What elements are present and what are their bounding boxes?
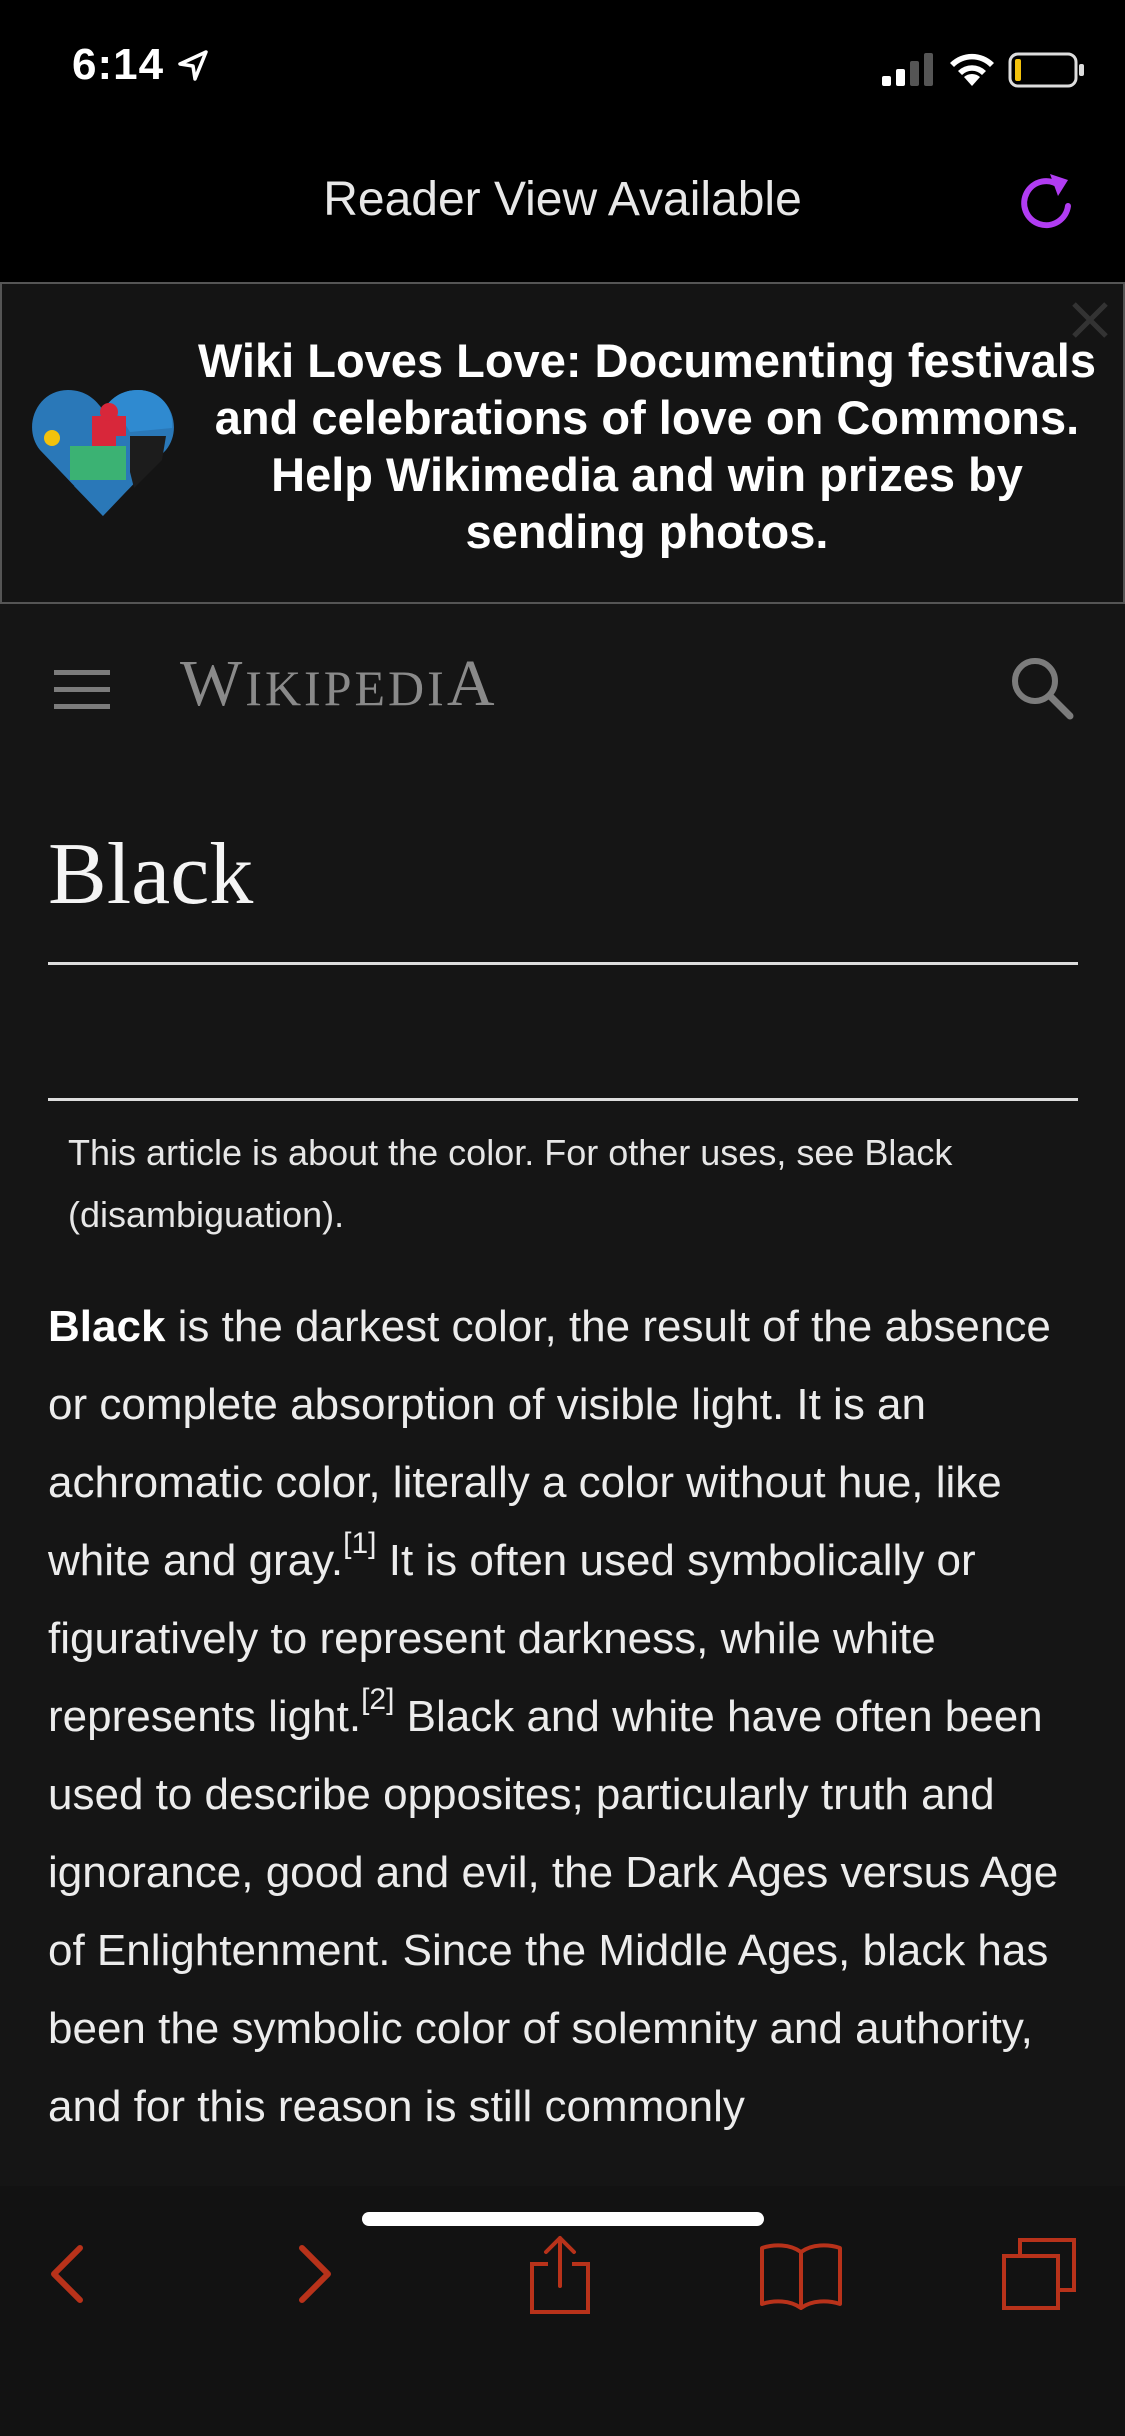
title-divider bbox=[48, 962, 1078, 965]
cellular-signal-icon bbox=[882, 53, 933, 86]
hatnote: This article is about the color. For oth… bbox=[68, 1122, 1068, 1246]
home-indicator[interactable] bbox=[362, 2212, 764, 2226]
article-paragraph: Black is the darkest color, the result o… bbox=[48, 1288, 1088, 2146]
reader-view-label[interactable]: Reader View Available bbox=[0, 172, 1125, 227]
wordmark-last: A bbox=[446, 647, 498, 720]
tabs-icon[interactable] bbox=[996, 2234, 1086, 2314]
bookmarks-icon[interactable] bbox=[756, 2234, 846, 2314]
article-subject-bold: Black bbox=[48, 1302, 166, 1351]
share-icon[interactable] bbox=[520, 2234, 600, 2314]
hamburger-menu-icon[interactable] bbox=[52, 660, 112, 720]
reference-link-2[interactable]: [2] bbox=[361, 1683, 394, 1716]
status-time: 6:14 bbox=[72, 40, 165, 89]
wifi-icon bbox=[950, 53, 994, 86]
reference-link-1[interactable]: [1] bbox=[343, 1527, 376, 1560]
wikipedia-page: WIKIPEDIA Black This article is about th… bbox=[0, 604, 1125, 2186]
safari-address-bar: Reader View Available bbox=[0, 132, 1125, 282]
battery-icon bbox=[1008, 52, 1084, 88]
wordmark-middle: IKIPEDI bbox=[245, 660, 447, 716]
section-divider bbox=[48, 1098, 1078, 1101]
reload-icon[interactable] bbox=[1016, 168, 1076, 232]
status-bar: 6:14 bbox=[0, 0, 1125, 132]
banner-message[interactable]: Wiki Loves Love: Documenting festivals a… bbox=[182, 332, 1112, 560]
wordmark-first: W bbox=[180, 647, 246, 720]
wikipedia-wordmark[interactable]: WIKIPEDIA bbox=[180, 646, 498, 722]
hatnote-prefix: This article is about the color. For oth… bbox=[68, 1132, 865, 1173]
forward-icon[interactable] bbox=[286, 2234, 346, 2314]
search-icon[interactable] bbox=[1008, 654, 1074, 720]
page-title: Black bbox=[48, 826, 254, 923]
back-icon[interactable] bbox=[36, 2234, 96, 2314]
location-arrow-icon bbox=[178, 50, 208, 81]
puzzle-heart-logo bbox=[32, 390, 174, 516]
hatnote-suffix: . bbox=[334, 1194, 345, 1235]
paragraph-part-3: Black and white have often been used to … bbox=[48, 1692, 1059, 2131]
campaign-banner[interactable]: Wiki Loves Love: Documenting festivals a… bbox=[0, 282, 1125, 604]
